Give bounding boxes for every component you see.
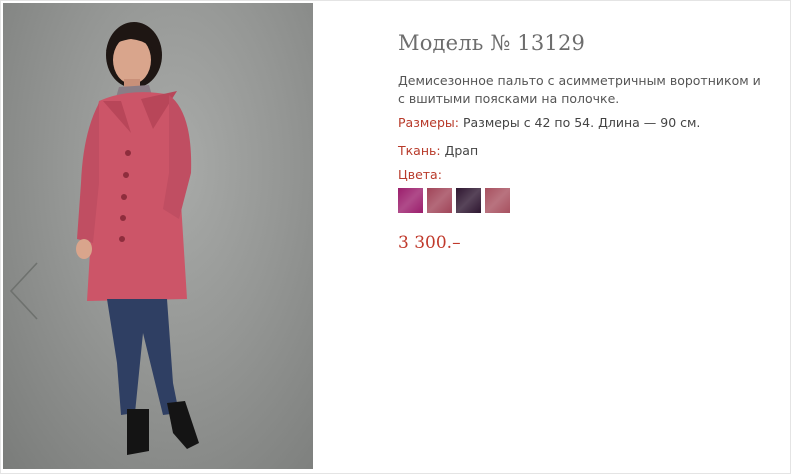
product-photo bbox=[3, 3, 313, 469]
color-swatch-3[interactable] bbox=[456, 188, 481, 213]
sizes-label: Размеры: bbox=[398, 115, 459, 130]
product-card: Модель № 13129 Демисезонное пальто с аси… bbox=[0, 0, 791, 474]
product-description: Демисезонное пальто с асимметричным воро… bbox=[398, 73, 761, 106]
chevron-left-icon bbox=[9, 262, 38, 320]
fabric-row: Ткань: Драп bbox=[398, 143, 478, 158]
color-swatch-1[interactable] bbox=[398, 188, 423, 213]
model-illustration bbox=[76, 22, 199, 455]
prev-image-button[interactable] bbox=[7, 261, 41, 321]
sizes-row: Размеры: Размеры с 42 по 54. Длина — 90 … bbox=[398, 115, 700, 130]
product-price: 3 300.– bbox=[398, 233, 461, 253]
colors-row: Цвета: bbox=[398, 167, 442, 182]
colors-label: Цвета: bbox=[398, 167, 442, 182]
color-swatch-4[interactable] bbox=[485, 188, 510, 213]
sizes-value: Размеры с 42 по 54. Длина — 90 см. bbox=[462, 115, 701, 130]
color-swatches bbox=[398, 188, 510, 213]
fabric-label: Ткань: bbox=[398, 143, 441, 158]
fabric-value: Драп bbox=[444, 143, 479, 158]
product-title: Модель № 13129 bbox=[398, 31, 586, 55]
color-swatch-2[interactable] bbox=[427, 188, 452, 213]
